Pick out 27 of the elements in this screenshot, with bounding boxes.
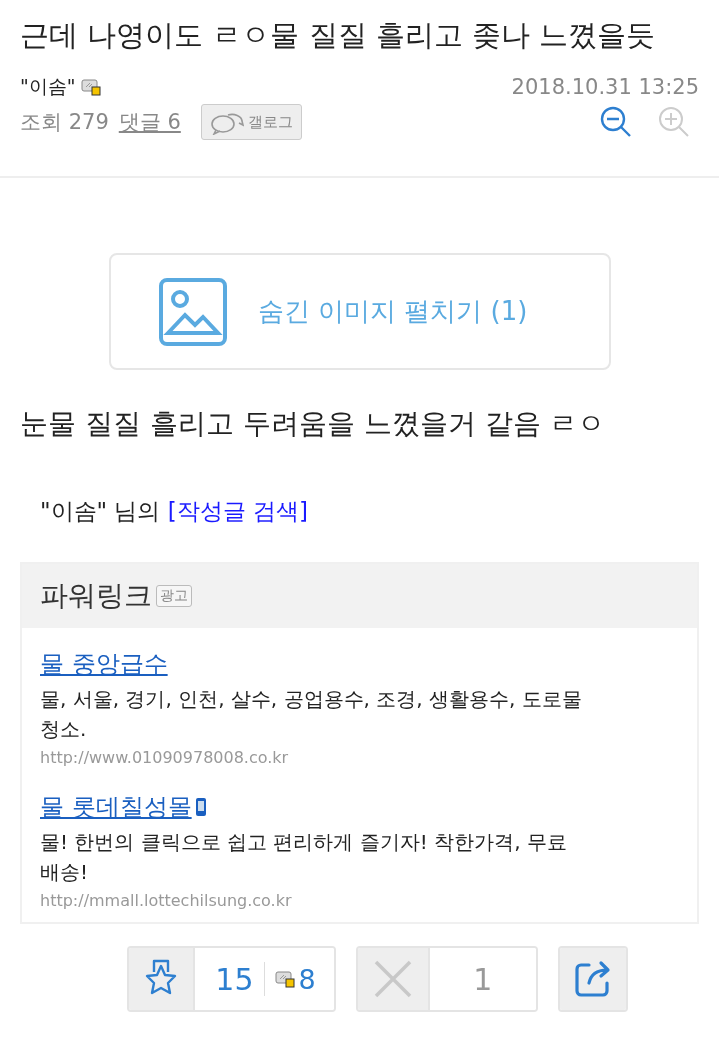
gallog-button[interactable]: 갤로그 [200,104,302,140]
share-button[interactable] [559,948,626,1010]
ad-description: 물! 한번의 클릭으로 쉽고 편리하게 즐기자! 착한가격, 무료배송! [40,829,568,886]
ad-url: http://www.01090978008.co.kr [40,748,290,767]
zoom-out-icon[interactable] [599,105,633,139]
comment-count-link[interactable]: 댓글 6 [118,108,181,136]
ad-description: 물, 서울, 경기, 인천, 살수, 공업용수, 조경, 생활용수, 도로물청소. [40,686,583,743]
post-date: 2018.10.31 13:25 [511,75,699,99]
post-body-text: 눈물 질질 흘리고 두려움을 느꼈을거 같음 ㄹㅇ [20,406,607,442]
post-title: 근데 나영이도 ㄹㅇ물 질질 흘리고 좆나 느꼈을듯 [20,17,657,54]
author-posts-search-link[interactable]: [작성글 검색] [167,498,309,524]
member-badge-icon [274,970,295,988]
ad-title-link[interactable]: 물 롯데칠성몰 [40,791,192,823]
author-name: "이솜" [20,74,76,99]
ad-title-link[interactable]: 물 중앙급수 [40,648,168,680]
fixed-recommend-count: 8 [298,963,316,995]
mobile-phone-icon [194,797,207,817]
powerlink-title: 파워링크 [40,578,152,614]
recommend-button[interactable] [129,948,196,1010]
cross-icon [373,960,412,998]
image-icon [157,276,228,347]
member-badge-icon [81,78,102,96]
view-count: 조회 279 [20,109,109,136]
ad-url: http://mmall.lottechilsung.co.kr [40,891,293,910]
recommend-count: 15 [215,961,254,997]
ad-label: 광고 [156,585,192,607]
author-search-label: "이솜" 님의 [40,498,161,524]
